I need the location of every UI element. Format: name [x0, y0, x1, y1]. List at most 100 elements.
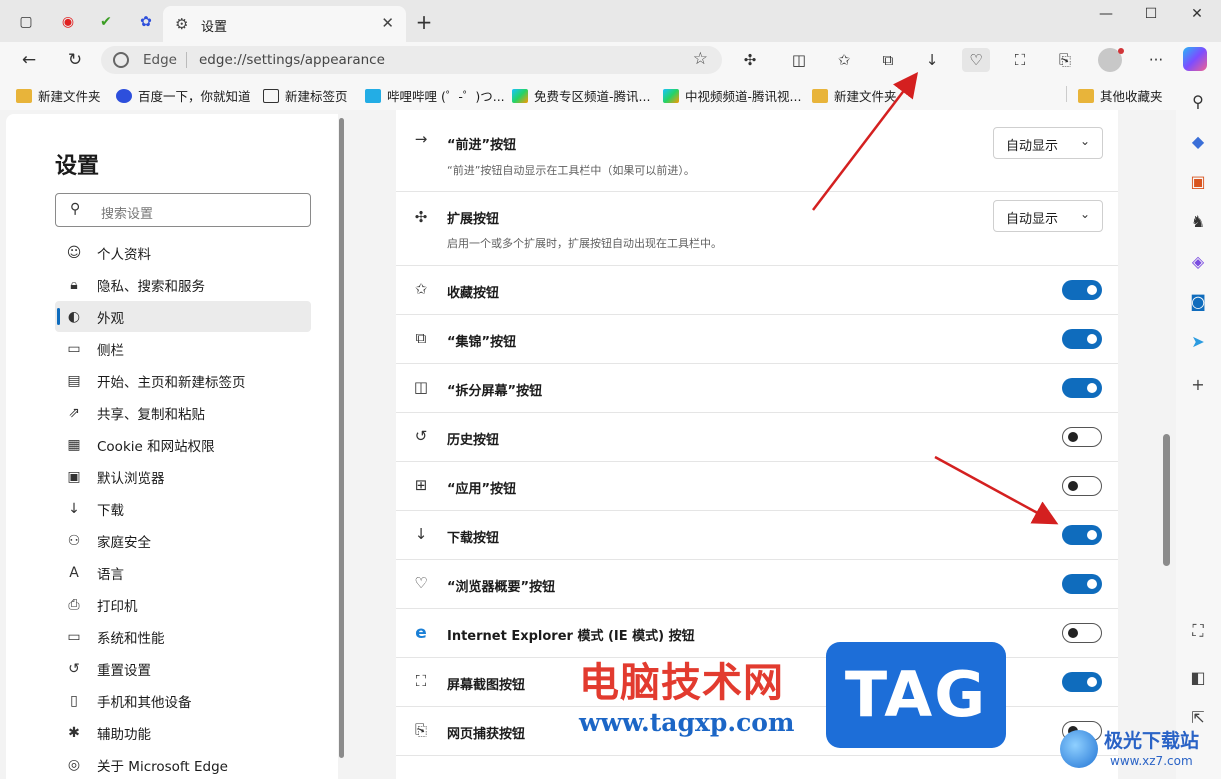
add-favorite-icon[interactable]: ☆: [693, 49, 708, 69]
toggle-switch[interactable]: [1062, 427, 1102, 447]
tab-bar: ▢ ◉ ✔ ✿ ⚙ 设置 ✕ + — ☐ ✕: [0, 0, 1221, 42]
toggle-switch[interactable]: [1062, 476, 1102, 496]
sidebar-item-label: 重置设置: [97, 662, 151, 679]
setting-toggle-row: ↺ 历史按钮: [396, 413, 1118, 462]
copilot-icon[interactable]: [1183, 47, 1207, 71]
address-bar[interactable]: Edge edge://settings/appearance ☆: [101, 46, 722, 74]
sidebar-item[interactable]: ◎ 关于 Microsoft Edge: [55, 749, 311, 779]
favorite-label: 新建文件夹: [834, 89, 897, 104]
heartbeat-icon: ♡: [414, 574, 428, 592]
url-text[interactable]: edge://settings/appearance: [199, 52, 385, 68]
sidebar-item[interactable]: ▣ 默认浏览器: [55, 461, 311, 492]
toggle-switch[interactable]: [1062, 329, 1102, 349]
sidebar-item[interactable]: ✱ 辅助功能: [55, 717, 311, 748]
sidebar-item[interactable]: ◐ 外观: [55, 301, 311, 332]
sidebar-toggle-icon[interactable]: ◧: [1187, 666, 1209, 688]
hao-tab-icon[interactable]: ✔: [96, 12, 116, 32]
favorite-item[interactable]: 新建标签页: [263, 86, 348, 105]
toggle-switch[interactable]: [1062, 623, 1102, 643]
collections-icon: ⧉: [415, 329, 427, 347]
sidebar-item[interactable]: ⚇ 家庭安全: [55, 525, 311, 556]
favorite-item[interactable]: 新建文件夹: [812, 86, 897, 105]
extensions-icon[interactable]: ✣: [736, 48, 764, 72]
browser-essentials-icon[interactable]: ♡: [962, 48, 990, 72]
toggle-switch[interactable]: [1062, 672, 1102, 692]
edge-sidebar: ⚲ ◆ ▣ ♞ ◈ ◙ ➤ + ⛶ ◧ ⇱: [1175, 78, 1221, 779]
favorites-icon[interactable]: ✩: [830, 48, 858, 72]
toggle-switch[interactable]: [1062, 574, 1102, 594]
extensions-button-dropdown[interactable]: 自动显示 ⌄: [993, 200, 1103, 232]
refresh-button[interactable]: ↻: [62, 48, 88, 72]
apps-icon: ⊞: [414, 476, 428, 494]
site-label: Edge: [143, 52, 177, 68]
sidebar-item[interactable]: ⇗ 共享、复制和粘贴: [55, 397, 311, 428]
sidebar-item[interactable]: ⎙ 打印机: [55, 589, 311, 620]
add-icon[interactable]: +: [1187, 373, 1209, 395]
sidebar-item[interactable]: ☺ 个人资料: [55, 237, 311, 268]
nav-scrollbar[interactable]: [339, 114, 345, 764]
tab-actions-icon[interactable]: ▢: [16, 12, 36, 32]
edge-icon: ◎: [67, 756, 81, 773]
screenshot-icon: ⛶: [415, 672, 427, 690]
sidebar-item[interactable]: ▦ Cookie 和网站权限: [55, 429, 311, 460]
maximize-button[interactable]: ☐: [1131, 6, 1171, 28]
toggle-switch[interactable]: [1062, 280, 1102, 300]
favorite-item[interactable]: 新建文件夹: [16, 86, 101, 105]
split-screen-icon[interactable]: ◫: [785, 48, 813, 72]
close-tab-icon[interactable]: ✕: [381, 14, 394, 32]
close-window-button[interactable]: ✕: [1177, 6, 1217, 28]
setting-toggle-row: ↓ 下载按钮: [396, 511, 1118, 560]
web-capture-icon[interactable]: ⎘: [1051, 48, 1079, 72]
search-icon[interactable]: ⚲: [1187, 90, 1209, 112]
download-icon[interactable]: ↓: [918, 48, 946, 72]
toggle-switch[interactable]: [1062, 525, 1102, 545]
more-icon[interactable]: ···: [1142, 48, 1170, 72]
minimize-button[interactable]: —: [1086, 6, 1126, 28]
screenshot-icon[interactable]: ⛶: [1187, 620, 1209, 642]
divider: [1066, 86, 1067, 102]
games-icon[interactable]: ♞: [1187, 210, 1209, 232]
sidebar-item[interactable]: ↺ 重置设置: [55, 653, 311, 684]
favorite-item[interactable]: 中视频频道-腾讯视...: [663, 86, 801, 105]
sidebar-item[interactable]: ▯ 手机和其他设备: [55, 685, 311, 716]
baidu-tab-icon[interactable]: ✿: [136, 12, 156, 32]
forward-arrow-icon: →: [414, 130, 428, 148]
laptop-icon: ▭: [67, 628, 81, 645]
microsoft365-icon[interactable]: ◈: [1187, 250, 1209, 272]
cookie-icon: ▦: [67, 436, 81, 453]
favorite-item[interactable]: 百度一下，你就知道: [116, 86, 251, 105]
tools-icon[interactable]: ▣: [1187, 170, 1209, 192]
site-watermark: 极光下载站 www.xz7.com: [1060, 724, 1215, 776]
sidebar-item-label: 关于 Microsoft Edge: [97, 758, 228, 775]
chevron-down-icon: ⌄: [1079, 207, 1090, 221]
new-tab-button[interactable]: +: [413, 10, 435, 34]
sidebar-item[interactable]: ▤ 开始、主页和新建标签页: [55, 365, 311, 396]
favorite-item[interactable]: 哔哩哔哩 (゜-゜)つ...: [365, 86, 505, 105]
shopping-tag-icon[interactable]: ◆: [1187, 130, 1209, 152]
sidebar-item[interactable]: ↓ 下载: [55, 493, 311, 524]
back-button[interactable]: ←: [16, 48, 42, 72]
search-input[interactable]: ⚲ 搜索设置: [55, 193, 311, 227]
sidebar-item-label: Cookie 和网站权限: [97, 438, 215, 455]
site-logo-icon: [1060, 730, 1098, 768]
forward-button-dropdown[interactable]: 自动显示 ⌄: [993, 127, 1103, 159]
avatar[interactable]: [1098, 48, 1124, 72]
collections-icon[interactable]: ⧉: [874, 48, 902, 72]
outlook-icon[interactable]: ◙: [1187, 290, 1209, 312]
other-favorites[interactable]: 其他收藏夹: [1078, 86, 1163, 105]
favorites-bar: 新建文件夹 百度一下，你就知道 新建标签页 哔哩哔哩 (゜-゜)つ... 免费专…: [0, 78, 1175, 110]
sidebar-item[interactable]: ▭ 侧栏: [55, 333, 311, 364]
sidebar-item[interactable]: A 语言: [55, 557, 311, 588]
sidebar-item[interactable]: 🔒︎ 隐私、搜索和服务: [55, 269, 311, 300]
favorite-item[interactable]: 免费专区频道-腾讯...: [512, 86, 650, 105]
screenshot-icon[interactable]: ⛶: [1006, 48, 1034, 72]
tab-settings[interactable]: ⚙ 设置 ✕: [163, 6, 406, 42]
setting-label: “集锦”按钮: [447, 335, 517, 350]
sidebar-item[interactable]: ▭ 系统和性能: [55, 621, 311, 652]
favorites-icon: ✩: [414, 280, 428, 298]
setting-toggle-row: ⧉ “集锦”按钮: [396, 315, 1118, 364]
page-scrollbar[interactable]: [1161, 110, 1173, 779]
toggle-switch[interactable]: [1062, 378, 1102, 398]
send-icon[interactable]: ➤: [1187, 330, 1209, 352]
weibo-tab-icon[interactable]: ◉: [58, 12, 78, 32]
